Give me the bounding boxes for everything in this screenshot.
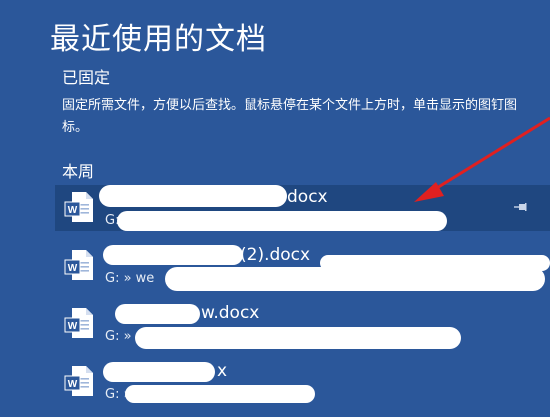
word-doc-icon: W [64,192,93,222]
recent-file-list: W docx G: W (2).docx G: » we W w.docx G:… [55,185,550,417]
recent-file-item[interactable]: W docx G: [55,185,550,231]
file-name: x [217,361,228,381]
redaction-mark [115,304,200,324]
redaction-mark [320,255,550,271]
svg-text:W: W [68,379,78,390]
file-name: docx [287,187,328,207]
recent-file-item[interactable]: W w.docx G: » [55,301,550,358]
page-title: 最近使用的文档 [50,22,267,57]
redaction-mark [103,362,215,382]
word-doc-icon: W [64,250,93,280]
word-doc-icon: W [64,366,93,396]
svg-text:W: W [68,321,78,332]
pin-icon[interactable] [514,200,528,214]
pinned-description: 固定所需文件，方便以后查找。鼠标悬停在某个文件上方时，单击显示的图钉图标。 [62,98,518,135]
word-doc-icon: W [64,308,93,338]
svg-text:W: W [68,205,78,216]
redaction-mark [117,211,447,231]
recent-file-item[interactable]: W x G: » [55,359,550,416]
svg-text:W: W [68,263,78,274]
file-name: (2).docx [240,245,311,265]
redaction-mark [103,245,243,265]
redaction-mark [135,327,461,349]
file-path: G: » [105,329,132,344]
file-path: G: » we [105,271,155,286]
redaction-mark [125,385,315,403]
this-week-heading: 本周 [62,162,95,181]
redaction-mark [99,185,287,207]
recent-file-item[interactable]: W (2).docx G: » we [55,243,550,300]
pinned-heading: 已固定 [62,68,111,87]
file-name: w.docx [201,303,260,323]
